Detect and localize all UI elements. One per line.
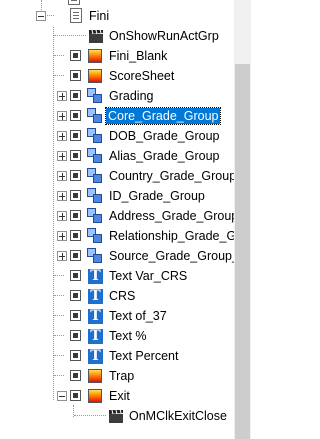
tree-item-text-percent-sign[interactable]: T Text %	[0, 326, 234, 346]
checkbox[interactable]	[70, 390, 81, 401]
grade-icon	[87, 88, 103, 104]
tree-item-label: ID_Grade_Group	[109, 189, 205, 203]
tree-item-label: Fini	[89, 9, 110, 23]
tree-item-onshowrunactgrp[interactable]: OnShowRunActGrp	[0, 26, 234, 46]
checkbox[interactable]	[70, 50, 81, 61]
checkbox[interactable]	[70, 70, 81, 81]
tree-item-label: Trap	[109, 369, 135, 383]
text-T-icon: T	[87, 288, 103, 304]
expand-toggle[interactable]	[57, 251, 67, 261]
checkbox[interactable]	[70, 290, 81, 301]
tree-item-label: Source_Grade_Group_	[109, 249, 234, 263]
expand-toggle[interactable]	[57, 131, 67, 141]
tree-item-label: Exit	[109, 389, 130, 403]
grade-icon	[87, 228, 103, 244]
checkbox[interactable]	[70, 150, 81, 161]
tree-item-label: OnMClkExitClose	[129, 409, 227, 423]
flame-icon	[87, 368, 103, 384]
tree-item-fini-blank[interactable]: Fini_Blank	[0, 46, 234, 66]
grade-icon	[87, 168, 103, 184]
page-icon	[68, 8, 84, 24]
text-T-icon: T	[87, 268, 103, 284]
tree-item-label: Grading	[109, 89, 154, 103]
tree-item-label: Relationship_Grade_G	[109, 229, 234, 243]
collapse-toggle[interactable]	[36, 11, 46, 21]
tree-item-label: ScoreSheet	[109, 69, 175, 83]
tree-item-exit[interactable]: Exit	[0, 386, 234, 406]
flame-icon	[87, 388, 103, 404]
tree-item-trap[interactable]: Trap	[0, 366, 234, 386]
clapperboard-icon	[108, 408, 124, 424]
tree-item-fini[interactable]: Fini	[0, 6, 234, 26]
tree-item-dob-grade-group[interactable]: DOB_Grade_Group	[0, 126, 234, 146]
tree-item-label: Country_Grade_Group	[109, 169, 234, 183]
tree-item-core-grade-group[interactable]: Core_Grade_Group	[0, 106, 234, 126]
scrollbar-thumb[interactable]	[235, 64, 250, 439]
checkbox[interactable]	[70, 250, 81, 261]
tree-item-id-grade-group[interactable]: ID_Grade_Group	[0, 186, 234, 206]
tree-item-label: CRS	[109, 289, 136, 303]
checkbox[interactable]	[70, 190, 81, 201]
flame-icon	[87, 48, 103, 64]
clapperboard-icon	[88, 28, 104, 44]
tree-view[interactable]: Fini OnShowRunActGrp Fini_Blank ScoreShe…	[0, 0, 234, 439]
tree-item-label: Address_Grade_Group	[109, 209, 234, 223]
checkbox[interactable]	[70, 350, 81, 361]
grade-icon	[87, 148, 103, 164]
tree-item-label: Fini_Blank	[109, 49, 168, 63]
text-T-icon: T	[87, 328, 103, 344]
tree-item-relationship-grade-group[interactable]: Relationship_Grade_G	[0, 226, 234, 246]
checkbox[interactable]	[70, 230, 81, 241]
tree-item-label: Text %	[109, 329, 147, 343]
checkbox[interactable]	[70, 170, 81, 181]
vertical-scrollbar[interactable]	[234, 0, 251, 439]
expand-toggle[interactable]	[57, 151, 67, 161]
tree-item-label: OnShowRunActGrp	[109, 29, 219, 43]
checkbox[interactable]	[70, 90, 81, 101]
checkbox[interactable]	[70, 270, 81, 281]
expand-toggle[interactable]	[57, 111, 67, 121]
tree-item-country-grade-group[interactable]: Country_Grade_Group	[0, 166, 234, 186]
checkbox[interactable]	[70, 310, 81, 321]
checkbox[interactable]	[70, 210, 81, 221]
tree-item-text-of-37[interactable]: T Text of_37	[0, 306, 234, 326]
tree-item-alias-grade-group[interactable]: Alias_Grade_Group	[0, 146, 234, 166]
tree-item-label: Text of_37	[109, 309, 167, 323]
expand-toggle[interactable]	[57, 211, 67, 221]
text-T-icon: T	[87, 308, 103, 324]
tree-item-label-selected: Core_Grade_Group	[104, 107, 222, 125]
tree-item-label: Text Percent	[109, 349, 179, 363]
collapse-toggle[interactable]	[57, 391, 67, 401]
flame-icon	[87, 68, 103, 84]
checkbox[interactable]	[70, 110, 81, 121]
grade-icon	[87, 208, 103, 224]
tree-item-label: Text Var_CRS	[109, 269, 188, 283]
tree-item-grading[interactable]: Grading	[0, 86, 234, 106]
tree-item-address-grade-group[interactable]: Address_Grade_Group	[0, 206, 234, 226]
tree-item-label: DOB_Grade_Group	[109, 129, 220, 143]
checkbox[interactable]	[70, 370, 81, 381]
expand-toggle[interactable]	[57, 191, 67, 201]
expand-toggle[interactable]	[57, 171, 67, 181]
tree-item-onmclkexitclose[interactable]: OnMClkExitClose	[0, 406, 234, 426]
text-T-icon: T	[87, 348, 103, 364]
grade-icon	[87, 108, 103, 124]
grade-icon	[87, 128, 103, 144]
checkbox[interactable]	[70, 330, 81, 341]
tree-item-text-var-crs[interactable]: T Text Var_CRS	[0, 266, 234, 286]
tree-item-source-grade-group[interactable]: Source_Grade_Group_	[0, 246, 234, 266]
tree-item-crs[interactable]: T CRS	[0, 286, 234, 306]
grade-icon	[87, 248, 103, 264]
tree-item-scoresheet[interactable]: ScoreSheet	[0, 66, 234, 86]
expand-toggle[interactable]	[57, 91, 67, 101]
tree-item-label: Alias_Grade_Group	[109, 149, 220, 163]
grade-icon	[87, 188, 103, 204]
expand-toggle[interactable]	[57, 231, 67, 241]
checkbox[interactable]	[70, 130, 81, 141]
tree-item-text-percent[interactable]: T Text Percent	[0, 346, 234, 366]
